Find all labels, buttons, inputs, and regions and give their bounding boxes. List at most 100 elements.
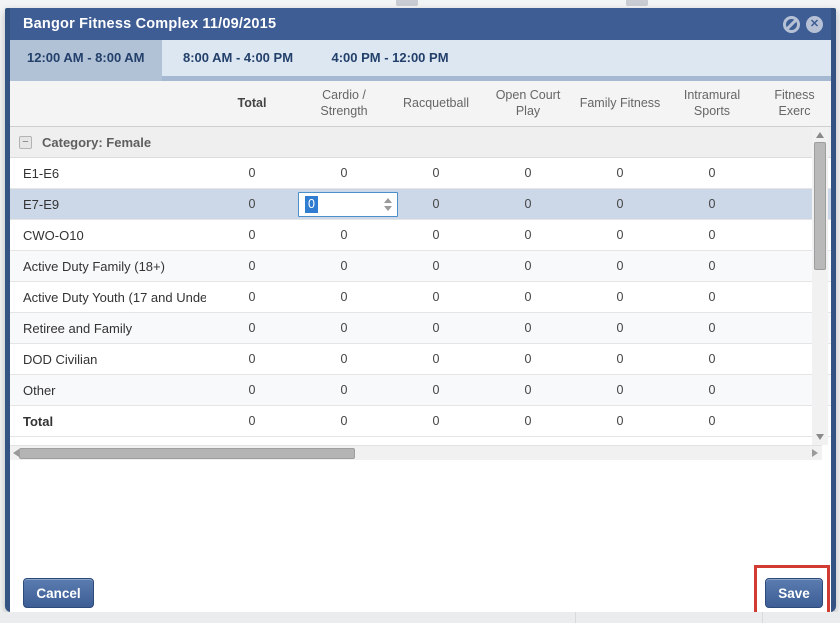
table-row[interactable]: Active Duty Youth (17 and Under) 0 0 0 0… — [10, 282, 831, 313]
cell-value[interactable]: 0 — [482, 259, 574, 273]
tab-12am-8am[interactable]: 12:00 AM - 8:00 AM — [10, 40, 162, 76]
cell-value[interactable]: 0 — [482, 321, 574, 335]
cell-value[interactable]: 0 — [482, 383, 574, 397]
cell-value[interactable]: 0 — [298, 166, 390, 180]
cell-value: 0 — [482, 414, 574, 428]
cell-value[interactable]: 0 — [482, 166, 574, 180]
table-row[interactable]: CWO-O10 0 0 0 0 0 0 — [10, 220, 831, 251]
save-highlight-annotation: Save — [754, 565, 830, 615]
cell-value[interactable]: 0 — [666, 166, 758, 180]
number-spinner[interactable] — [384, 193, 392, 216]
cell-value[interactable]: 0 — [574, 321, 666, 335]
row-label: Total — [10, 414, 206, 429]
cell-value[interactable]: 0 — [666, 383, 758, 397]
row-label: Active Duty Family (18+) — [10, 259, 206, 274]
row-label: Retiree and Family — [10, 321, 206, 336]
table-row[interactable]: E1-E6 0 0 0 0 0 0 — [10, 158, 831, 189]
row-label: CWO-O10 — [10, 228, 206, 243]
cell-value[interactable]: 0 — [206, 197, 298, 211]
cell-value[interactable]: 0 — [666, 259, 758, 273]
horizontal-scrollbar[interactable] — [10, 445, 822, 460]
spinner-up-icon[interactable] — [384, 198, 392, 203]
cell-value[interactable]: 0 — [666, 352, 758, 366]
background-gridline — [575, 612, 576, 623]
modal-dialog: Bangor Fitness Complex 11/09/2015 ✕ 12:0… — [5, 8, 836, 612]
background-fragment — [626, 0, 648, 6]
table-row[interactable]: DOD Civilian 0 0 0 0 0 0 — [10, 344, 831, 375]
cell-value[interactable]: 0 — [482, 290, 574, 304]
row-label: DOD Civilian — [10, 352, 206, 367]
cell-value[interactable]: 0 — [390, 352, 482, 366]
cell-value[interactable]: 0 — [390, 228, 482, 242]
cardio-strength-number-input[interactable]: 0 — [298, 192, 398, 217]
cell-value[interactable]: 0 — [574, 259, 666, 273]
close-icon[interactable]: ✕ — [806, 16, 823, 33]
cell-value[interactable]: 0 — [298, 383, 390, 397]
tab-4pm-12pm[interactable]: 4:00 PM - 12:00 PM — [314, 40, 465, 76]
cell-value[interactable]: 0 — [666, 228, 758, 242]
cell-value[interactable]: 0 — [390, 321, 482, 335]
spinner-down-icon[interactable] — [384, 206, 392, 211]
cell-value[interactable]: 0 — [298, 259, 390, 273]
cell-value[interactable]: 0 — [206, 166, 298, 180]
background-page-top — [0, 0, 840, 8]
cell-value[interactable]: 0 — [390, 290, 482, 304]
cell-value[interactable]: 0 — [206, 321, 298, 335]
horizontal-scrollbar-thumb[interactable] — [19, 448, 355, 459]
column-header-cardio-strength: Cardio / Strength — [301, 88, 387, 119]
vertical-scrollbar-thumb[interactable] — [814, 142, 826, 270]
table-row[interactable]: Retiree and Family 0 0 0 0 0 0 — [10, 313, 831, 344]
table-row-selected[interactable]: E7-E9 0 0 0 0 0 0 — [10, 189, 831, 220]
modal-title: Bangor Fitness Complex 11/09/2015 — [23, 16, 276, 32]
cell-value[interactable]: 0 — [206, 383, 298, 397]
cell-value: 0 — [206, 414, 298, 428]
counts-table: Total Cardio / Strength Racquetball Open… — [10, 81, 831, 445]
tab-8am-4pm[interactable]: 8:00 AM - 4:00 PM — [166, 40, 310, 76]
cell-value[interactable]: 0 — [390, 383, 482, 397]
scroll-up-icon[interactable] — [816, 132, 824, 138]
scroll-down-icon[interactable] — [816, 434, 824, 440]
screen: Bangor Fitness Complex 11/09/2015 ✕ 12:0… — [0, 0, 840, 623]
cell-value[interactable]: 0 — [390, 166, 482, 180]
vertical-scrollbar[interactable] — [812, 127, 828, 445]
background-page-bottom — [0, 612, 840, 623]
cell-value[interactable]: 0 — [482, 228, 574, 242]
background-fragment — [396, 0, 418, 6]
cell-value: 0 — [666, 414, 758, 428]
cell-value[interactable]: 0 — [574, 352, 666, 366]
cell-value[interactable]: 0 — [666, 321, 758, 335]
cell-value[interactable]: 0 — [298, 290, 390, 304]
cell-value[interactable]: 0 — [206, 290, 298, 304]
cell-value[interactable]: 0 — [666, 197, 758, 211]
row-label: E7-E9 — [10, 197, 206, 212]
save-button[interactable]: Save — [765, 578, 823, 608]
cell-value[interactable]: 0 — [206, 259, 298, 273]
cell-value[interactable]: 0 — [206, 352, 298, 366]
cell-value[interactable]: 0 — [574, 383, 666, 397]
time-period-tabbar: 12:00 AM - 8:00 AM 8:00 AM - 4:00 PM 4:0… — [10, 40, 831, 81]
collapse-minus-icon[interactable]: − — [19, 136, 32, 149]
cell-value[interactable]: 0 — [482, 197, 574, 211]
category-group-row: − Category: Female — [10, 127, 831, 158]
cell-value[interactable]: 0 — [390, 259, 482, 273]
disable-circle-icon[interactable] — [783, 16, 800, 33]
cell-value[interactable]: 0 — [574, 197, 666, 211]
row-label: E1-E6 — [10, 166, 206, 181]
row-label: Other — [10, 383, 206, 398]
cell-value[interactable]: 0 — [298, 352, 390, 366]
cell-value[interactable]: 0 — [298, 228, 390, 242]
cell-value[interactable]: 0 — [298, 321, 390, 335]
column-header-total: Total — [238, 96, 267, 112]
table-row[interactable]: Other 0 0 0 0 0 0 — [10, 375, 831, 406]
row-label: Active Duty Youth (17 and Under) — [10, 290, 206, 305]
cell-value[interactable]: 0 — [574, 290, 666, 304]
cell-value[interactable]: 0 — [574, 166, 666, 180]
cell-value[interactable]: 0 — [390, 197, 482, 211]
cell-value[interactable]: 0 — [482, 352, 574, 366]
cell-value[interactable]: 0 — [574, 228, 666, 242]
cell-value[interactable]: 0 — [206, 228, 298, 242]
table-row[interactable]: Active Duty Family (18+) 0 0 0 0 0 0 — [10, 251, 831, 282]
scroll-right-icon[interactable] — [812, 449, 818, 457]
cancel-button[interactable]: Cancel — [23, 578, 94, 608]
cell-value[interactable]: 0 — [666, 290, 758, 304]
